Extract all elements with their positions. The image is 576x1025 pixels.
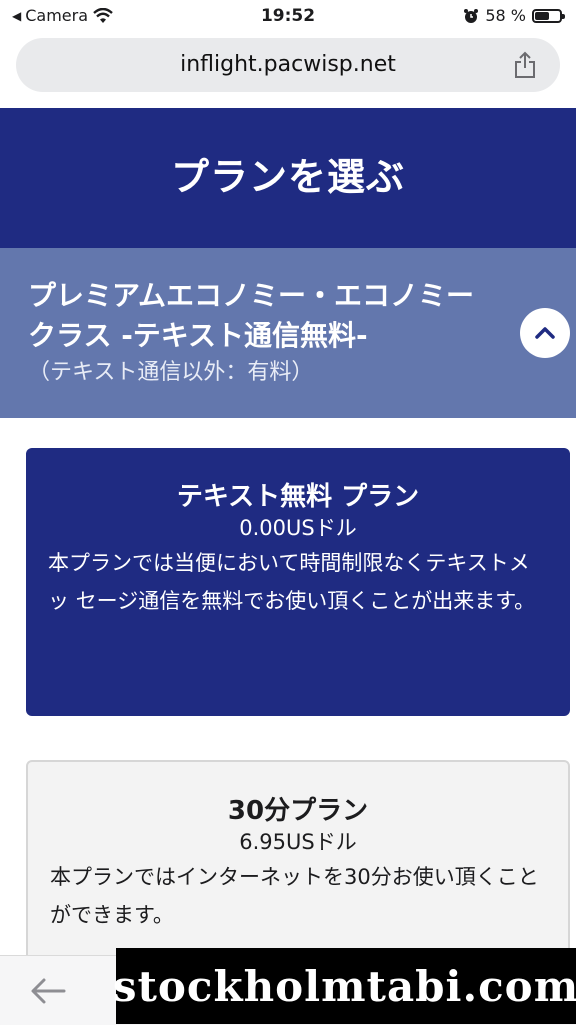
plan-description: 本プランでは当便において時間制限なくテキストメッ セージ通信を無料でお使い頂くこ…: [48, 551, 536, 613]
cabin-class-title: プレミアムエコノミー・エコノミークラス -テキスト通信無料-: [28, 279, 475, 352]
plan-name: テキスト無料 プラン: [176, 482, 420, 512]
battery-icon: [532, 8, 565, 23]
url-text[interactable]: inflight.pacwisp.net: [16, 52, 560, 77]
cabin-class-accordion[interactable]: プレミアムエコノミー・エコノミークラス -テキスト通信無料- （テキスト通信以外…: [0, 248, 576, 418]
battery-level: [535, 11, 549, 20]
address-bar[interactable]: inflight.pacwisp.net: [16, 38, 560, 92]
plan-price: 6.95USドル: [239, 830, 357, 854]
plan-description: 本プランではインターネットを30分お使い頂くことができます。: [50, 865, 539, 927]
collapse-button[interactable]: [520, 308, 570, 358]
page-title: プランを選ぶ: [170, 155, 405, 199]
back-arrow-icon[interactable]: [28, 974, 68, 1008]
share-icon[interactable]: [512, 51, 538, 79]
plan-card-text-free[interactable]: テキスト無料 プラン 0.00USドル 本プランでは当便において時間制限なくテキ…: [26, 448, 570, 716]
status-bar: ◀ Camera 19:52 58 %: [0, 0, 576, 32]
chevron-up-icon: [535, 327, 555, 339]
battery-percent: 58 %: [485, 6, 526, 25]
plan-name: 30分プラン: [227, 796, 369, 826]
watermark: stockholmtabi.com: [113, 948, 576, 1024]
cabin-class-note: （テキスト通信以外：有料）: [28, 360, 314, 385]
plan-card-30min[interactable]: 30分プラン 6.95USドル 本プランではインターネットを30分お使い頂くこと…: [26, 760, 570, 980]
alarm-icon: [464, 8, 479, 23]
plan-price: 0.00USドル: [239, 516, 357, 540]
page-header: プランを選ぶ: [0, 108, 576, 248]
